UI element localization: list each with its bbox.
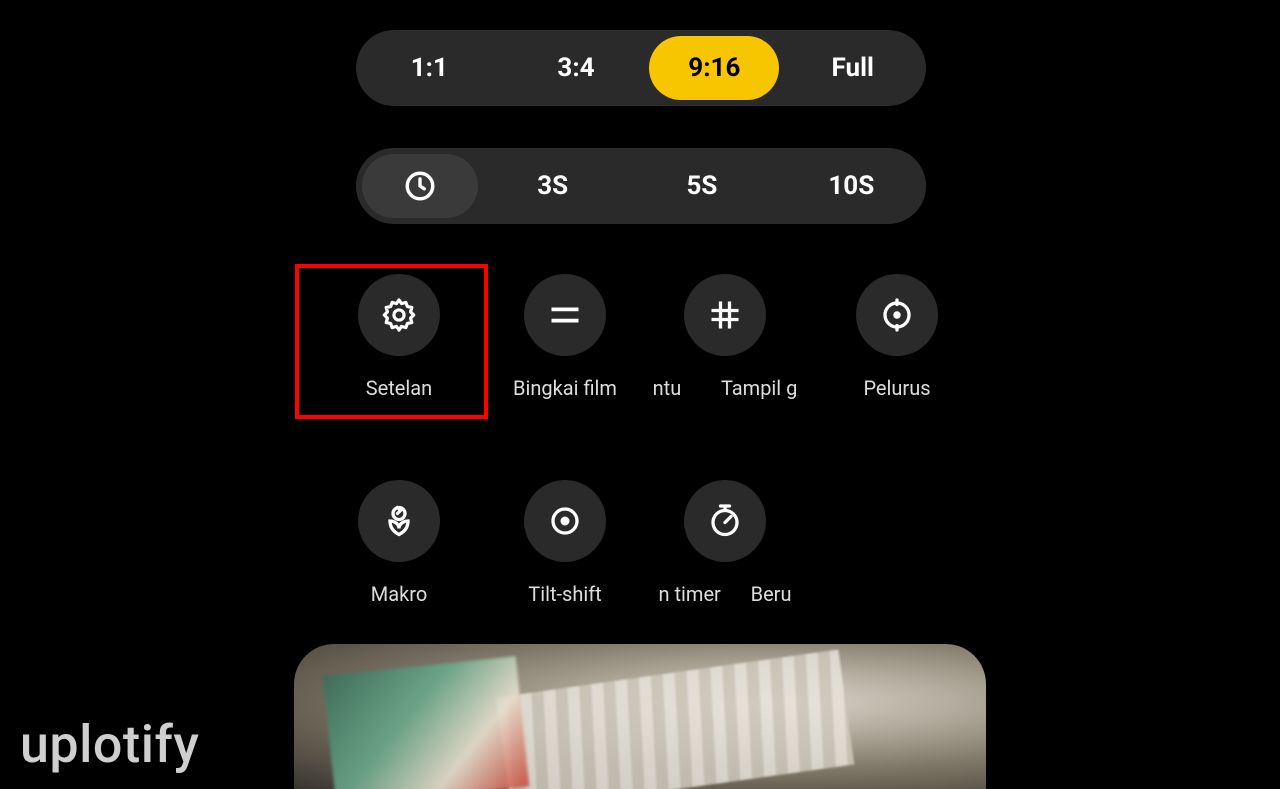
ratio-9-16[interactable]: 9:16 — [649, 36, 779, 100]
timer-off[interactable] — [362, 154, 478, 218]
option-label: ntu Tampil g — [653, 376, 798, 400]
option-label: Pelurus — [863, 376, 930, 400]
target-icon — [547, 503, 583, 539]
timer-10s[interactable]: 10S — [777, 148, 926, 224]
option-tilt-shift[interactable]: Tilt-shift — [482, 480, 648, 606]
option-grid-lines[interactable]: ntu Tampil g — [642, 274, 808, 400]
grid-icon — [707, 297, 743, 333]
option-film-frame[interactable]: Bingkai film — [482, 274, 648, 400]
clock-icon — [403, 169, 437, 203]
watermark-text: uplotify — [20, 714, 199, 775]
stopwatch-icon — [707, 503, 743, 539]
timer-5s[interactable]: 5S — [627, 148, 776, 224]
quick-options-grid: Setelan Bingkai film ntu Tampil g — [310, 274, 986, 606]
option-settings[interactable]: Setelan — [316, 274, 482, 400]
option-label: Setelan — [366, 376, 432, 400]
ratio-3-4[interactable]: 3:4 — [503, 30, 650, 106]
option-label: Tilt-shift — [528, 582, 601, 606]
option-label: Makro — [371, 582, 427, 606]
ratio-1-1[interactable]: 1:1 — [356, 30, 503, 106]
option-macro[interactable]: Makro — [316, 480, 482, 606]
camera-preview — [294, 644, 986, 789]
aspect-ratio-bar: 1:1 3:4 9:16 Full — [356, 30, 926, 106]
ratio-full[interactable]: Full — [779, 30, 926, 106]
macro-icon — [381, 503, 417, 539]
timer-bar: 3S 5S 10S — [356, 148, 926, 224]
timer-3s[interactable]: 3S — [478, 148, 627, 224]
frame-icon — [547, 297, 583, 333]
option-label: Bingkai film — [513, 376, 617, 400]
option-timer[interactable]: n timer Beru — [642, 480, 808, 606]
option-label: n timer Beru — [659, 582, 792, 606]
option-straighten[interactable]: Pelurus — [814, 274, 980, 400]
level-icon — [879, 297, 915, 333]
gear-icon — [380, 296, 418, 334]
